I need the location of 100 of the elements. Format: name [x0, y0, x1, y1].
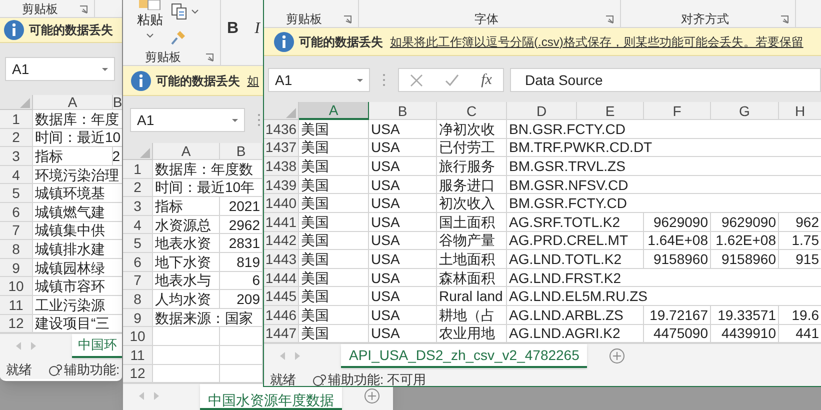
table-cell: AG.PRD.CREL.MT — [507, 232, 644, 250]
table-cell: 初次收入 — [437, 194, 507, 213]
row-header[interactable]: 12 — [123, 364, 153, 384]
row-header[interactable]: 5 — [123, 234, 153, 253]
dialog-launcher-icon[interactable] — [343, 14, 352, 24]
row-header[interactable]: 1445 — [264, 287, 299, 306]
column-header[interactable]: A — [153, 143, 220, 160]
sheet-tab[interactable]: 中国环 — [72, 334, 122, 358]
row-header[interactable]: 9 — [123, 308, 153, 328]
table-cell: USA — [369, 306, 437, 325]
table-cell: BM.GSR.TRVL.ZS — [507, 157, 821, 176]
row-header[interactable]: 1437 — [264, 138, 299, 158]
dialog-launcher-icon[interactable] — [205, 52, 214, 62]
copy-icon[interactable] — [171, 3, 187, 20]
row-header[interactable]: 10 — [123, 327, 153, 346]
name-box[interactable]: A1 — [268, 68, 370, 92]
column-header[interactable]: F — [644, 102, 711, 120]
row-header[interactable]: 2 — [123, 178, 153, 198]
info-message[interactable]: 如 — [247, 72, 259, 90]
cancel-icon[interactable] — [410, 74, 424, 86]
caret-icon[interactable] — [357, 78, 363, 82]
column-header[interactable]: B — [113, 95, 122, 110]
dialog-launcher-icon[interactable] — [605, 14, 614, 24]
column-header[interactable]: E — [577, 102, 644, 120]
row-header[interactable]: 8 — [0, 240, 33, 259]
name-box[interactable]: A1 — [130, 108, 245, 132]
ribbon-group-label: 对齐方式 — [681, 12, 729, 26]
column-header[interactable]: A — [33, 95, 113, 110]
formula-field[interactable]: Data Source — [510, 68, 821, 92]
row-header[interactable]: 4 — [0, 166, 33, 184]
drag-handle-icon[interactable] — [257, 113, 261, 127]
table-cell: 净初次收 — [437, 120, 507, 139]
dialog-launcher-icon[interactable] — [780, 14, 789, 24]
caret-icon[interactable] — [146, 33, 154, 38]
caret-icon[interactable] — [102, 68, 108, 70]
table-cell: USA — [369, 250, 437, 269]
enter-icon[interactable] — [445, 74, 460, 86]
cell-reference: A1 — [137, 110, 154, 130]
row-header[interactable]: 11 — [123, 346, 153, 365]
row-header[interactable]: 1440 — [264, 194, 299, 213]
column-header[interactable]: D — [507, 102, 577, 120]
row-header[interactable]: 1447 — [264, 324, 299, 344]
row-header[interactable]: 7 — [0, 222, 33, 240]
paste-button[interactable]: 粘贴 — [137, 12, 163, 28]
row-header[interactable]: 7 — [123, 272, 153, 290]
table-cell: USA — [369, 212, 437, 232]
accessibility-icon[interactable] — [312, 372, 326, 386]
column-header[interactable]: H — [779, 102, 821, 120]
column-header[interactable]: B — [369, 102, 437, 120]
row-header[interactable]: 1438 — [264, 157, 299, 176]
insert-function-button[interactable]: fx — [481, 68, 492, 92]
row-header[interactable]: 2 — [0, 128, 33, 148]
accessibility-status[interactable]: 辅助功能: 不可用 — [328, 370, 426, 386]
info-message[interactable]: 如果将此工作簿以逗号分隔(.csv)格式保存，则某些功能可能会丢失。若要保留 — [390, 32, 804, 50]
row-header[interactable]: 1443 — [264, 250, 299, 269]
row-header[interactable]: 10 — [0, 277, 33, 296]
row-header[interactable]: 12 — [0, 314, 33, 334]
add-sheet-icon[interactable] — [364, 388, 380, 404]
sheet-tab[interactable]: API_USA_DS2_zh_csv_v2_4782265 — [341, 344, 588, 368]
format-painter-icon[interactable] — [171, 30, 186, 45]
row-header[interactable]: 1436 — [264, 120, 299, 139]
row-header[interactable]: 9 — [0, 258, 33, 278]
row-header[interactable]: 1441 — [264, 212, 299, 232]
row-header[interactable]: 1 — [123, 160, 153, 179]
table-cell: AG.LND.ARBL.ZS — [507, 306, 644, 325]
dialog-launcher-icon[interactable] — [79, 4, 88, 14]
info-title: 可能的数据丢失 — [29, 22, 113, 39]
column-header[interactable]: C — [437, 102, 507, 120]
info-title: 可能的数据丢失 — [156, 72, 240, 90]
table-cell: BN.GSR.FCTY.CD — [507, 120, 821, 139]
caret-icon[interactable] — [191, 9, 199, 14]
name-box[interactable]: A1 — [5, 57, 115, 81]
row-header[interactable]: 11 — [0, 296, 33, 315]
format-button[interactable]: B — [225, 20, 241, 38]
accessibility-status[interactable]: 辅助功能: — [64, 360, 120, 380]
row-header[interactable]: 6 — [123, 252, 153, 272]
row-header[interactable]: 6 — [0, 202, 33, 222]
caret-icon[interactable] — [232, 118, 238, 122]
format-button[interactable]: I — [252, 20, 262, 38]
add-sheet-icon[interactable] — [609, 348, 626, 364]
row-header[interactable]: 1442 — [264, 232, 299, 250]
row-header[interactable]: 1 — [0, 110, 33, 129]
ribbon-group-label: 剪贴板 — [145, 50, 181, 64]
row-header[interactable]: 4 — [123, 216, 153, 234]
paste-icon[interactable] — [138, 0, 162, 10]
row-header[interactable]: 1439 — [264, 176, 299, 194]
row-header[interactable]: 1444 — [264, 268, 299, 288]
row-header[interactable]: 8 — [123, 290, 153, 309]
column-header[interactable]: B — [220, 143, 263, 160]
status-text: 就绪 — [270, 370, 296, 386]
table-cell: 已付劳工 — [437, 138, 507, 158]
column-header[interactable]: A — [299, 102, 369, 120]
accessibility-icon[interactable] — [48, 362, 62, 377]
drag-handle-icon[interactable] — [382, 73, 386, 87]
row-header[interactable]: 3 — [123, 197, 153, 216]
table-cell: 地表水与 — [153, 272, 220, 290]
row-header[interactable]: 1446 — [264, 306, 299, 325]
row-header[interactable]: 3 — [0, 147, 33, 166]
row-header[interactable]: 5 — [0, 184, 33, 203]
column-header[interactable]: G — [711, 102, 779, 120]
